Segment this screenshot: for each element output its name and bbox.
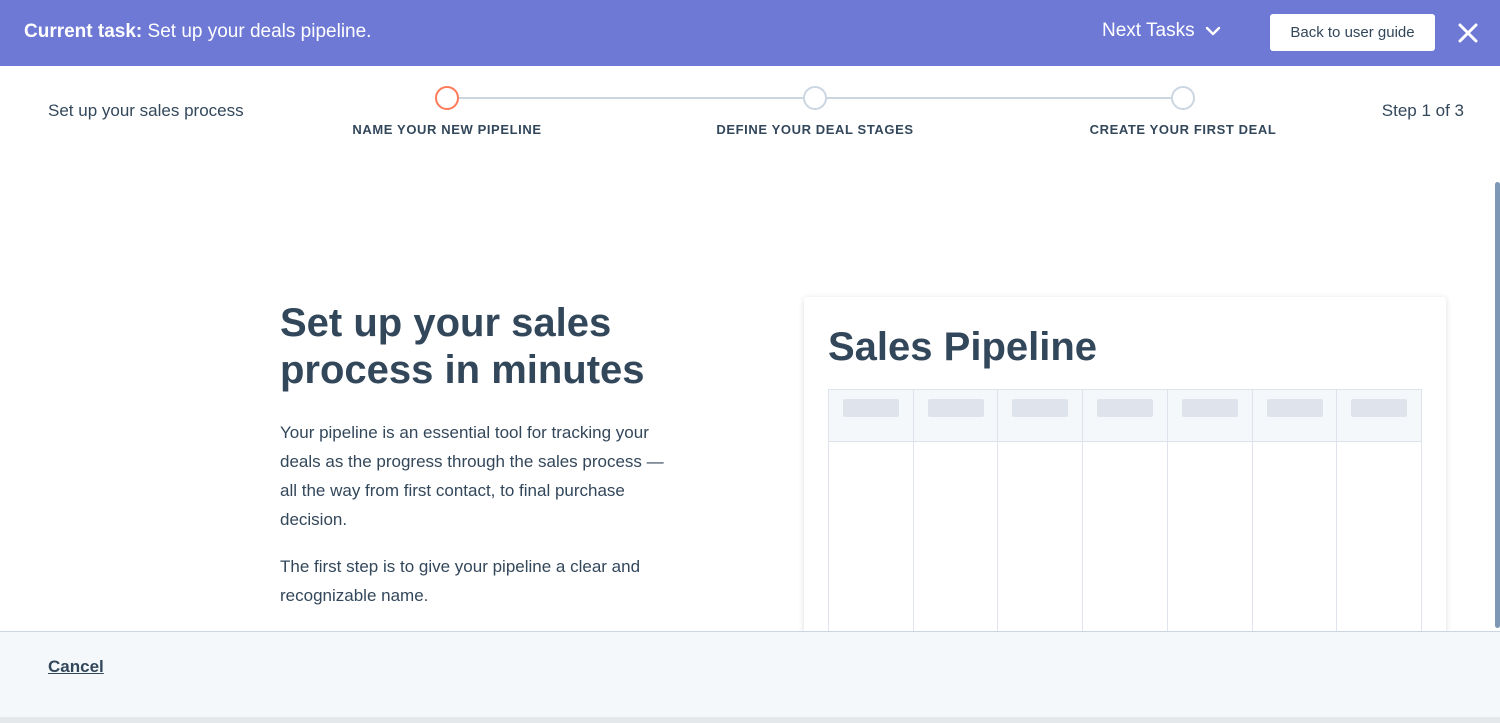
stage-name-placeholder — [1266, 399, 1323, 417]
current-task-text: Set up your deals pipeline. — [142, 21, 372, 42]
pipeline-stage-header — [1167, 390, 1252, 442]
stage-name-placeholder — [843, 399, 899, 417]
next-tasks-label: Next Tasks — [1102, 20, 1195, 41]
intro-section: Set up your sales process in minutes You… — [280, 300, 680, 628]
pipeline-preview-title: Sales Pipeline — [828, 325, 1098, 369]
window-bottom-edge — [0, 717, 1500, 723]
chevron-down-icon — [1205, 26, 1220, 36]
intro-heading: Set up your sales process in minutes — [280, 301, 645, 392]
stepper-connector — [827, 97, 1171, 99]
current-task-label: Current task: — [24, 21, 143, 42]
step-indicator-2 — [803, 86, 827, 110]
step-label-3: CREATE YOUR FIRST DEAL — [1089, 122, 1277, 137]
task-banner: Current task: Set up your deals pipeline… — [0, 0, 1500, 66]
pipeline-stage-header — [998, 390, 1083, 442]
intro-paragraph: The first step is to give your pipeline … — [280, 557, 641, 605]
back-to-user-guide-button[interactable]: Back to user guide — [1270, 14, 1435, 51]
next-tasks-dropdown[interactable]: Next Tasks — [1102, 19, 1221, 43]
pipeline-stage-header — [913, 390, 998, 442]
stage-name-placeholder — [927, 399, 984, 417]
scrollbar[interactable] — [1494, 170, 1500, 628]
step-label-2: DEFINE YOUR DEAL STAGES — [716, 122, 914, 137]
stage-name-placeholder — [1181, 399, 1238, 417]
stage-name-placeholder — [1097, 399, 1154, 417]
pipeline-stage-header — [1083, 390, 1167, 442]
step-indicator-1 — [435, 86, 459, 110]
progress-stepper: NAME YOUR NEW PIPELINE DEFINE YOUR DEAL … — [0, 84, 1500, 144]
scrollbar-thumb[interactable] — [1495, 182, 1500, 628]
pipeline-stage-header — [1337, 390, 1422, 442]
intro-paragraph: Your pipeline is an essential tool for t… — [280, 423, 664, 529]
cancel-link[interactable]: Cancel — [48, 657, 104, 677]
stepper-connector — [459, 97, 803, 99]
pipeline-stage-header — [829, 390, 913, 442]
close-icon[interactable] — [1456, 21, 1480, 45]
step-label-1: NAME YOUR NEW PIPELINE — [352, 122, 542, 137]
stage-name-placeholder — [1351, 399, 1408, 417]
current-task: Current task: Set up your deals pipeline… — [24, 20, 371, 44]
stage-name-placeholder — [1012, 399, 1069, 417]
step-indicator-3 — [1171, 86, 1195, 110]
footer-bar: Cancel — [0, 631, 1500, 717]
pipeline-stage-header — [1252, 390, 1337, 442]
